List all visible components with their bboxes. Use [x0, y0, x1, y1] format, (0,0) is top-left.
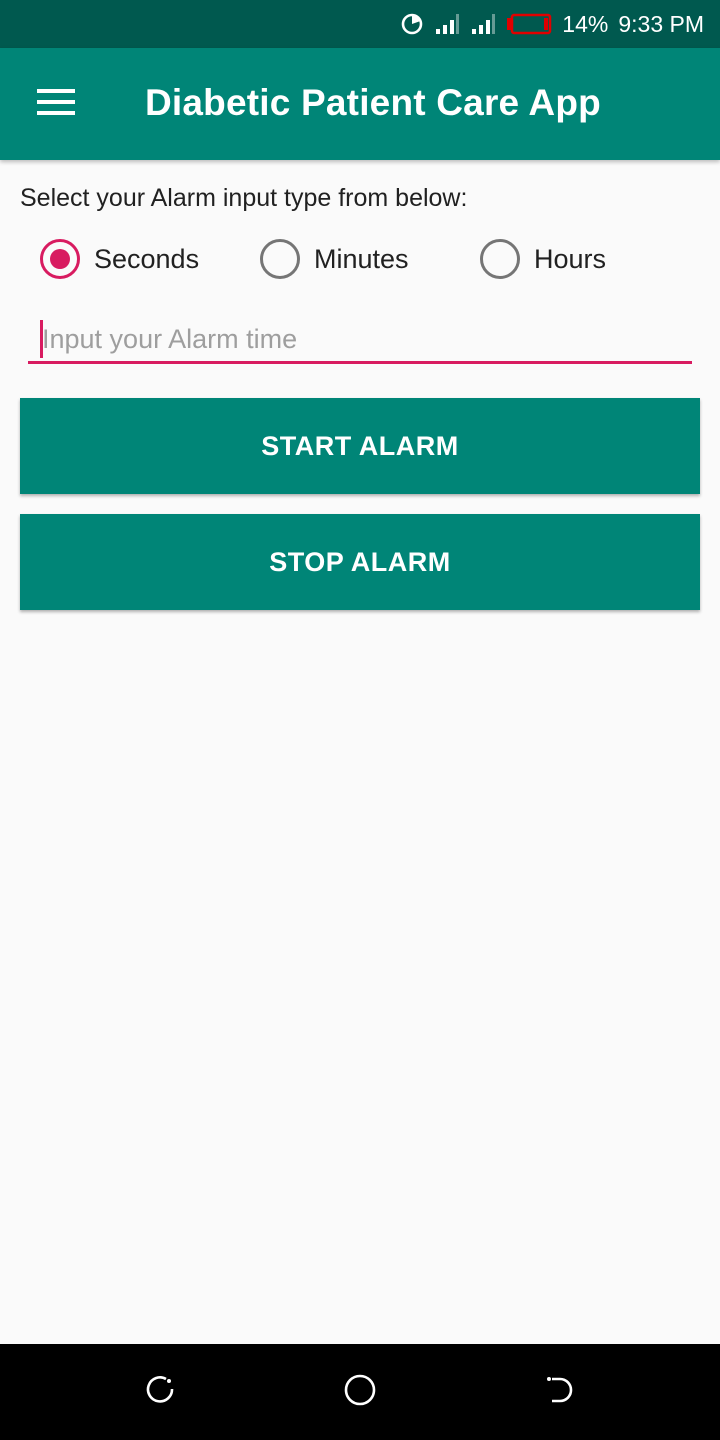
data-saver-icon: [400, 12, 424, 36]
radio-option-minutes[interactable]: Minutes: [260, 236, 409, 282]
radio-option-seconds[interactable]: Seconds: [40, 236, 199, 282]
recents-icon: [144, 1374, 176, 1411]
radio-button-unchecked[interactable]: [480, 239, 520, 279]
status-bar: 14% 9:33 PM: [0, 0, 720, 48]
stop-alarm-button[interactable]: STOP ALARM: [20, 514, 700, 610]
radio-label-minutes: Minutes: [314, 243, 409, 274]
clock: 9:33 PM: [618, 10, 704, 37]
alarm-time-input[interactable]: [42, 318, 682, 360]
hamburger-menu-icon: [37, 88, 75, 121]
app-title: Diabetic Patient Care App: [145, 82, 601, 123]
radio-label-hours: Hours: [534, 243, 607, 274]
app-bar: Diabetic Patient Care App: [0, 48, 720, 160]
menu-button[interactable]: [26, 74, 86, 134]
back-button[interactable]: [540, 1372, 580, 1412]
start-alarm-button[interactable]: START ALARM: [20, 398, 700, 494]
radio-button-checked[interactable]: [40, 239, 80, 279]
home-icon: [343, 1373, 377, 1412]
battery-low-icon: [506, 13, 552, 35]
recents-button[interactable]: [140, 1372, 180, 1412]
alarm-type-radio-group: Seconds Minutes Hours: [40, 236, 700, 282]
radio-button-unchecked[interactable]: [260, 239, 300, 279]
signal-icon-sim1: [434, 13, 460, 35]
home-button[interactable]: [340, 1372, 380, 1412]
radio-label-seconds: Seconds: [94, 243, 200, 274]
system-nav-bar: [0, 1344, 720, 1440]
signal-icon-sim2: [470, 13, 496, 35]
alarm-type-prompt: Select your Alarm input type from below:: [20, 184, 468, 212]
back-icon: [544, 1374, 576, 1411]
status-icons: 14% 9:33 PM: [400, 0, 704, 48]
radio-option-hours[interactable]: Hours: [480, 236, 606, 282]
alarm-time-field-wrapper: [28, 318, 692, 364]
battery-percent: 14%: [562, 10, 609, 37]
